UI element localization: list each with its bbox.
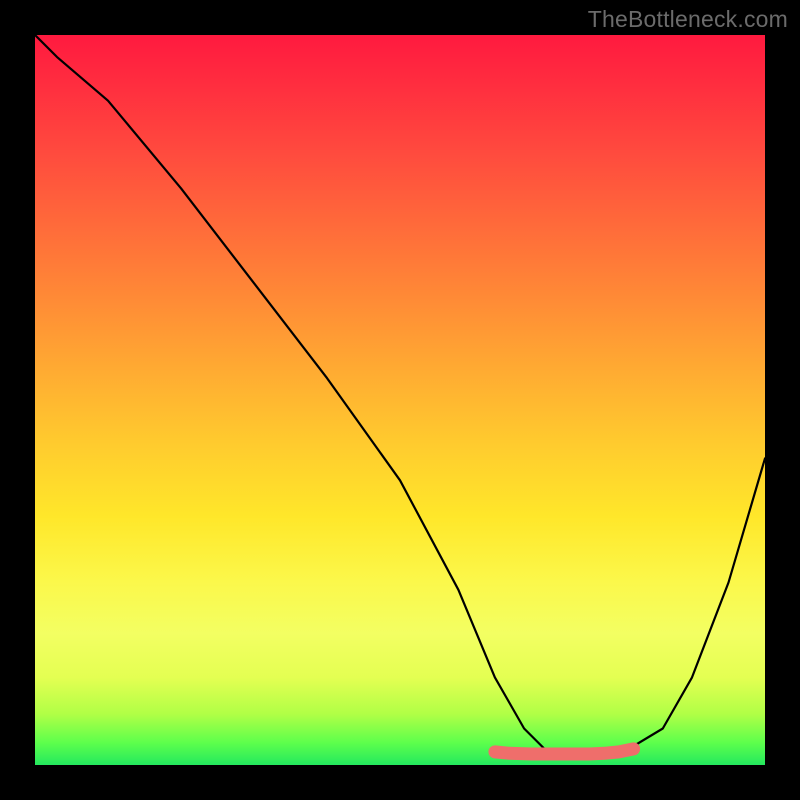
chart-frame: TheBottleneck.com bbox=[0, 0, 800, 800]
main-curve-path bbox=[35, 35, 765, 754]
plot-area bbox=[35, 35, 765, 765]
watermark-text: TheBottleneck.com bbox=[588, 6, 788, 33]
highlight-band-path bbox=[495, 749, 634, 754]
curve-layer bbox=[35, 35, 765, 765]
